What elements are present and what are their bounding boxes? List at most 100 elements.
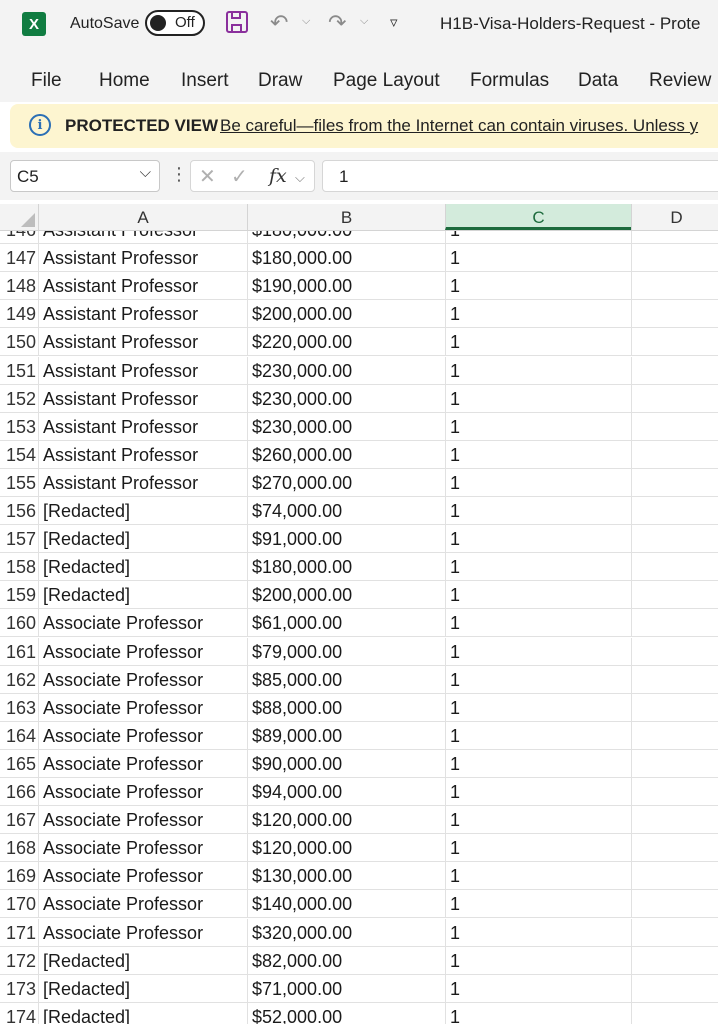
cell-c[interactable]: 1	[445, 918, 631, 947]
cell-d[interactable]	[631, 1002, 718, 1024]
cell-c[interactable]: 1	[445, 356, 631, 385]
cell-a[interactable]: [Redacted]	[38, 525, 247, 554]
cell-b[interactable]: $61,000.00	[247, 609, 445, 638]
tab-page-layout[interactable]: Page Layout	[333, 70, 440, 92]
cell-d[interactable]	[631, 918, 718, 947]
cell-a[interactable]: Associate Professor	[38, 918, 247, 947]
cell-a[interactable]: [Redacted]	[38, 553, 247, 582]
row-header[interactable]: 161	[0, 638, 38, 666]
tab-home[interactable]: Home	[99, 70, 150, 92]
row-header[interactable]: 148	[0, 272, 38, 301]
cell-c[interactable]: 1	[445, 440, 631, 469]
cell-b[interactable]: $180,000.00	[247, 553, 445, 582]
cell-c[interactable]: 1	[445, 581, 631, 610]
tab-file[interactable]: File	[31, 70, 62, 92]
tab-formulas[interactable]: Formulas	[470, 70, 549, 92]
cell-d[interactable]	[631, 974, 718, 1003]
cell-c[interactable]: 1	[445, 637, 631, 666]
cell-a[interactable]: Assistant Professor	[38, 412, 247, 441]
cell-a[interactable]: Associate Professor	[38, 665, 247, 694]
cell-b[interactable]: $180,000.00	[247, 244, 445, 273]
row-header[interactable]: 173	[0, 975, 38, 1003]
cell-b[interactable]: $200,000.00	[247, 581, 445, 610]
row-header[interactable]: 166	[0, 778, 38, 806]
cell-a[interactable]: Associate Professor	[38, 693, 247, 722]
cell-c[interactable]: 1	[445, 806, 631, 835]
row-header[interactable]: 167	[0, 806, 38, 835]
row-header[interactable]: 170	[0, 890, 38, 919]
cell-d[interactable]	[631, 581, 718, 610]
customize-qat-icon[interactable]: ▿	[390, 13, 398, 31]
cell-d[interactable]	[631, 806, 718, 835]
row-header[interactable]: 149	[0, 300, 38, 329]
row-header[interactable]: 152	[0, 385, 38, 413]
cell-c[interactable]: 1	[445, 778, 631, 806]
cell-c[interactable]: 1	[445, 946, 631, 975]
cell-c[interactable]: 1	[445, 862, 631, 891]
cell-d[interactable]	[631, 553, 718, 582]
cell-c[interactable]: 1	[445, 693, 631, 722]
cell-c[interactable]: 1	[445, 974, 631, 1003]
cell-c[interactable]: 1	[445, 244, 631, 273]
insert-function-icon[interactable]: fx	[269, 165, 287, 187]
cell-d[interactable]	[631, 890, 718, 919]
row-header[interactable]: 160	[0, 609, 38, 638]
row-header[interactable]: 159	[0, 581, 38, 610]
cell-a[interactable]: Assistant Professor	[38, 356, 247, 385]
cell-a[interactable]: Assistant Professor	[38, 244, 247, 273]
row-header[interactable]: 156	[0, 497, 38, 525]
cell-c[interactable]: 1	[445, 412, 631, 441]
tab-review[interactable]: Review	[649, 70, 711, 92]
name-box[interactable]: C5 ⌵	[10, 160, 160, 192]
cell-a[interactable]: Assistant Professor	[38, 328, 247, 357]
protected-view-message-link[interactable]: Be careful—files from the Internet can c…	[220, 116, 698, 136]
row-header[interactable]: 157	[0, 525, 38, 554]
cell-a[interactable]: Associate Professor	[38, 834, 247, 863]
row-header[interactable]: 169	[0, 862, 38, 891]
row-header[interactable]: 174	[0, 1003, 38, 1024]
cell-b[interactable]: $90,000.00	[247, 749, 445, 778]
cell-d[interactable]	[631, 412, 718, 441]
cell-a[interactable]: Associate Professor	[38, 749, 247, 778]
cell-a[interactable]: Assistant Professor	[38, 440, 247, 469]
cell-a[interactable]: Assistant Professor	[38, 272, 247, 301]
tab-data[interactable]: Data	[578, 70, 618, 92]
cell-b[interactable]: $85,000.00	[247, 665, 445, 694]
cell-c[interactable]: 1	[445, 749, 631, 778]
select-all-button[interactable]	[0, 204, 38, 230]
row-header[interactable]: 147	[0, 244, 38, 273]
cell-a[interactable]: Associate Professor	[38, 890, 247, 919]
cell-d[interactable]	[631, 834, 718, 863]
cell-d[interactable]	[631, 525, 718, 554]
row-header[interactable]: 155	[0, 469, 38, 497]
cell-c[interactable]: 1	[445, 468, 631, 497]
cell-a[interactable]: [Redacted]	[38, 946, 247, 975]
formula-input[interactable]: 1	[322, 160, 718, 192]
cell-b[interactable]: $52,000.00	[247, 1002, 445, 1024]
cell-a[interactable]: Associate Professor	[38, 721, 247, 750]
cell-d[interactable]	[631, 300, 718, 329]
column-header-c[interactable]: C	[445, 204, 631, 230]
row-header[interactable]: 162	[0, 666, 38, 694]
row-header[interactable]: 172	[0, 947, 38, 975]
cell-d[interactable]	[631, 497, 718, 525]
cell-d[interactable]	[631, 468, 718, 497]
cell-c[interactable]: 1	[445, 384, 631, 413]
cell-b[interactable]: $270,000.00	[247, 468, 445, 497]
cell-d[interactable]	[631, 637, 718, 666]
tab-insert[interactable]: Insert	[181, 70, 229, 92]
row-header[interactable]: 151	[0, 357, 38, 385]
column-header-a[interactable]: A	[38, 204, 247, 230]
cell-a[interactable]: Associate Professor	[38, 778, 247, 806]
cell-c[interactable]: 1	[445, 609, 631, 638]
cell-b[interactable]: $82,000.00	[247, 946, 445, 975]
row-header[interactable]: 164	[0, 722, 38, 750]
cell-d[interactable]	[631, 749, 718, 778]
cell-d[interactable]	[631, 609, 718, 638]
undo-dropdown-chevron-icon[interactable]: ⌵	[302, 15, 310, 28]
cell-d[interactable]	[631, 328, 718, 357]
cell-d[interactable]	[631, 862, 718, 891]
cell-b[interactable]: $89,000.00	[247, 721, 445, 750]
autosave-toggle[interactable]: Off	[145, 10, 205, 36]
cell-c[interactable]: 1	[445, 553, 631, 582]
